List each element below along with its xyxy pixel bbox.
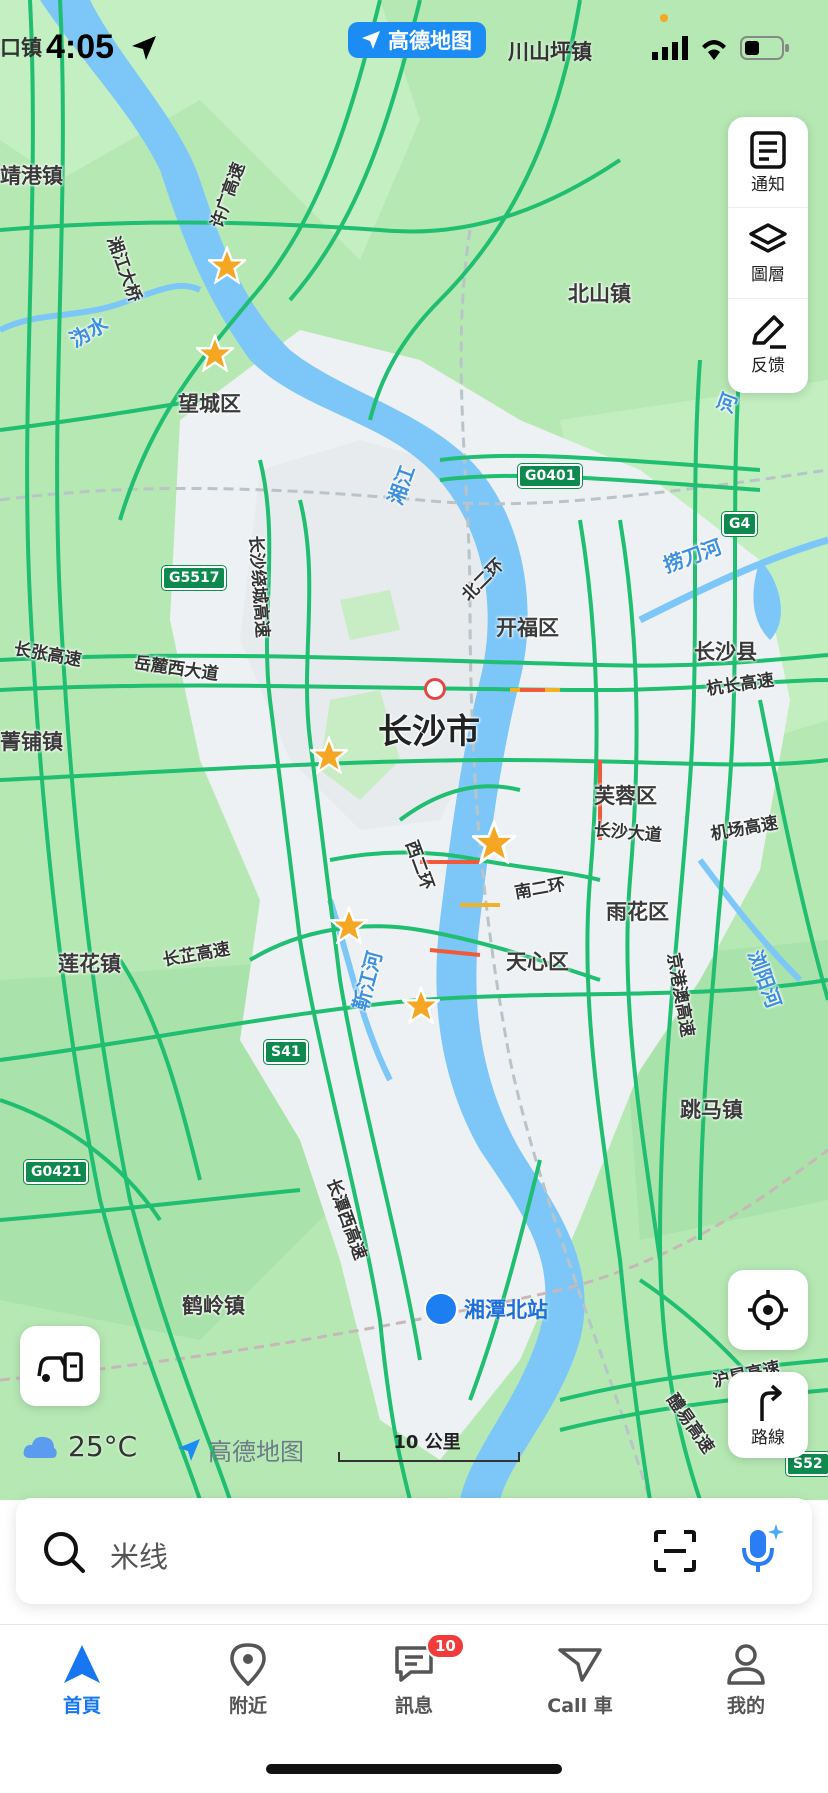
car-mode-button[interactable] [20,1326,100,1406]
tab-label: 首頁 [62,1695,101,1717]
scale-label: 10 公里 [393,1432,461,1453]
route-turn-icon [760,1384,782,1421]
tab-label: Call 車 [547,1695,613,1717]
watermark-label: 高德地图 [208,1438,304,1466]
home-indicator [266,1764,562,1774]
city-center-marker [424,678,446,700]
tab-profile[interactable]: 我的 [686,1637,806,1718]
place-label: 鹤岭镇 [182,1294,245,1318]
place-label: 天心区 [506,950,569,974]
battery-icon [740,36,789,60]
place-label: 靖港镇 [0,164,63,188]
status-time: 4:05 [46,28,115,66]
feedback-label: 反馈 [751,355,785,376]
station-marker[interactable]: 湘潭北站 [424,1292,548,1326]
status-place: 川山坪镇 [508,40,592,64]
edit-pencil-icon [752,314,786,349]
message-badge: 10 [426,1633,465,1659]
weather-widget[interactable]: 25°C [22,1430,137,1463]
train-station-icon [424,1292,458,1326]
place-label: 北山镇 [568,282,631,306]
privacy-dot [660,14,668,22]
highway-shield: G0421 [24,1160,89,1184]
station-label: 湘潭北站 [464,1298,548,1322]
notice-icon [750,130,786,169]
location-pin-icon [230,1643,266,1686]
status-left-place: 口镇 [0,36,42,60]
amap-logo-icon [362,31,380,49]
poi-star-icon[interactable] [208,246,246,284]
voice-mic-icon[interactable] [736,1522,786,1578]
user-icon [727,1644,765,1685]
amap-logo-icon [178,1438,200,1461]
locate-button[interactable] [728,1270,808,1350]
taxi-icon [558,1648,602,1682]
place-label: 芙蓉区 [594,784,657,808]
cloud-icon [23,1436,57,1458]
location-arrow-icon [132,36,156,60]
poi-star-icon[interactable] [402,986,440,1024]
navigation-arrow-icon [64,1645,100,1683]
layers-button[interactable]: 圖層 [728,207,808,298]
city-label: 长沙市 [378,712,480,752]
place-label: 跳马镇 [680,1098,743,1122]
signal-icon [652,36,688,60]
feedback-button[interactable]: 反馈 [728,298,808,389]
car-plate-icon [37,1352,83,1382]
brand-label: 高德地图 [388,29,472,53]
place-label: 菁铺镇 [0,730,63,754]
poi-star-icon[interactable] [330,906,368,944]
poi-star-icon[interactable] [472,820,516,864]
poi-star-icon[interactable] [196,334,234,372]
search-icon [44,1532,85,1573]
highway-shield: S41 [264,1040,308,1064]
route-button[interactable]: 路線 [728,1372,808,1458]
scan-icon[interactable] [654,1530,696,1572]
tab-taxi[interactable]: Call 車 [520,1637,640,1718]
layers-icon [749,222,787,253]
tab-nearby[interactable]: 附近 [188,1637,308,1718]
search-bar[interactable]: 米线 [16,1498,812,1604]
search-input[interactable]: 米线 [110,1534,168,1576]
map-tool-panel: 通知 圖層 反馈 [728,117,808,393]
map-watermark: 高德地图 [176,1432,304,1467]
place-label: 开福区 [496,616,559,640]
scale-bar [338,1452,520,1462]
place-label: 雨花区 [606,900,669,924]
tab-label: 訊息 [394,1695,433,1717]
map-canvas[interactable]: 靖港镇 北山镇 望城区 开福区 长沙县 菁铺镇 芙蓉区 雨花区 莲花镇 天心区 … [0,0,828,1500]
highway-shield: G0401 [518,464,583,488]
status-bar: 口镇 4:05 高德地图 川山坪镇 [0,0,828,95]
brand-pill[interactable]: 高德地图 [348,22,486,58]
tab-label: 附近 [228,1695,267,1717]
wifi-icon [702,40,726,60]
highway-shield: G4 [722,512,758,536]
notify-label: 通知 [751,174,785,195]
tab-home[interactable]: 首頁 [22,1637,142,1718]
highway-shield: G5517 [162,566,227,590]
place-label: 望城区 [178,392,241,416]
tab-messages[interactable]: 10 訊息 [354,1633,474,1718]
poi-star-icon[interactable] [310,736,348,774]
temperature: 25°C [68,1430,138,1463]
place-label: 莲花镇 [58,952,121,976]
route-label: 路線 [751,1427,785,1448]
layers-label: 圖層 [751,264,785,285]
tab-label: 我的 [726,1695,765,1717]
crosshair-icon [748,1290,788,1330]
place-label: 长沙县 [694,640,757,664]
notify-button[interactable]: 通知 [728,117,808,207]
